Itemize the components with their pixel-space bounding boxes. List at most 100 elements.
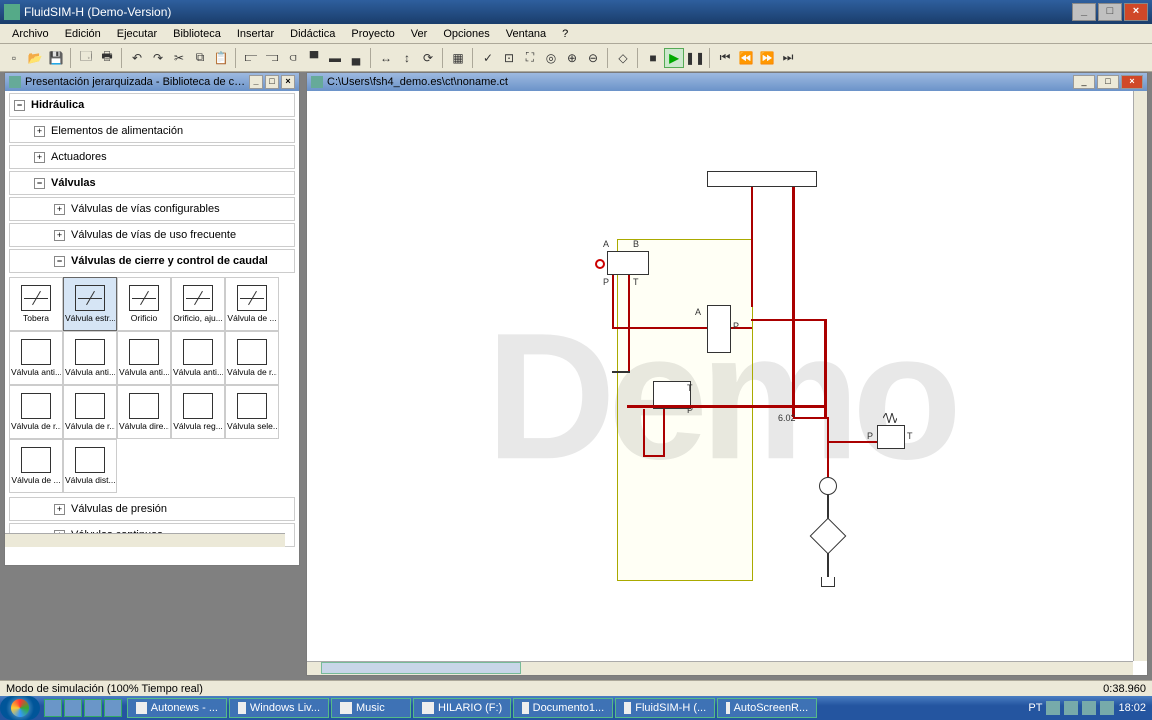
menu-biblioteca[interactable]: Biblioteca [165, 26, 229, 42]
menu-help[interactable]: ? [554, 26, 576, 42]
directional-valve[interactable] [607, 251, 649, 275]
open-icon[interactable]: 📂 [25, 48, 45, 68]
component-item[interactable]: Válvula anti... [9, 331, 63, 385]
taskbar-item[interactable]: Music [331, 698, 411, 718]
play-icon[interactable]: ▶ [664, 48, 684, 68]
component-item[interactable]: Válvula de r... [9, 385, 63, 439]
taskbar-item[interactable]: FluidSIM-H (... [615, 698, 715, 718]
skip-fwd-icon[interactable]: ⏭ [778, 48, 798, 68]
component-item[interactable]: Válvula dist... [63, 439, 117, 493]
grid-icon[interactable]: ▦ [448, 48, 468, 68]
menu-proyecto[interactable]: Proyecto [343, 26, 402, 42]
expand-icon[interactable]: + [34, 152, 45, 163]
component-item[interactable]: Válvula anti... [171, 331, 225, 385]
redo-icon[interactable]: ↷ [148, 48, 168, 68]
zoom-in-icon[interactable]: ⊕ [562, 48, 582, 68]
collapse-icon[interactable]: − [14, 100, 25, 111]
tray-icon[interactable] [1082, 701, 1096, 715]
tree-valvulas[interactable]: − Válvulas [9, 171, 295, 195]
component-item[interactable]: Orificio, aju... [171, 277, 225, 331]
component-item[interactable]: Válvula de r... [225, 331, 279, 385]
pause-icon[interactable]: ❚❚ [685, 48, 705, 68]
ql-icon[interactable] [84, 699, 102, 717]
component-item[interactable]: Válvula sele... [225, 385, 279, 439]
cylinder[interactable] [707, 171, 817, 187]
expand-icon[interactable]: + [54, 230, 65, 241]
zoom-fit-icon[interactable]: ⊡ [499, 48, 519, 68]
menu-archivo[interactable]: Archivo [4, 26, 57, 42]
panel-close-button[interactable]: × [1121, 75, 1143, 89]
collapse-icon[interactable]: − [54, 256, 65, 267]
panel-min-button[interactable]: _ [249, 75, 263, 89]
hscroll-thumb[interactable] [321, 662, 521, 674]
align-top-icon[interactable]: ▀ [304, 48, 324, 68]
align-middle-icon[interactable]: ▬ [325, 48, 345, 68]
component-item[interactable]: Tobera [9, 277, 63, 331]
taskbar-item[interactable]: Documento1... [513, 698, 613, 718]
collapse-icon[interactable]: − [34, 178, 45, 189]
stop-icon[interactable]: ■ [643, 48, 663, 68]
drawing-canvas[interactable]: Demo A B P T [307, 91, 1133, 661]
align-right-icon[interactable]: ⫏ [283, 48, 303, 68]
component-item[interactable]: Válvula de ... [9, 439, 63, 493]
library-hscroll[interactable] [5, 533, 285, 547]
tray-icon[interactable] [1064, 701, 1078, 715]
relief-valve[interactable] [877, 425, 905, 449]
tray-icon[interactable] [1046, 701, 1060, 715]
panel-max-button[interactable]: □ [1097, 75, 1119, 89]
component-item[interactable]: Orificio [117, 277, 171, 331]
zoom-100-icon[interactable]: ◎ [541, 48, 561, 68]
zoom-out-icon[interactable]: ⊖ [583, 48, 603, 68]
maximize-button[interactable]: □ [1098, 3, 1122, 21]
component-item[interactable]: Válvula dire... [117, 385, 171, 439]
print-preview-icon[interactable]: 🗔 [76, 48, 96, 68]
expand-icon[interactable]: + [54, 204, 65, 215]
save-icon[interactable]: 💾 [46, 48, 66, 68]
canvas-hscroll[interactable] [307, 661, 1133, 675]
skip-back-icon[interactable]: ⏮ [715, 48, 735, 68]
print-icon[interactable]: 🖶 [97, 48, 117, 68]
tree-actuadores[interactable]: + Actuadores [9, 145, 295, 169]
ql-icon[interactable] [104, 699, 122, 717]
library-tree[interactable]: − Hidráulica + Elementos de alimentación… [5, 91, 299, 547]
taskbar-item[interactable]: Windows Liv... [229, 698, 329, 718]
tree-root[interactable]: − Hidráulica [9, 93, 295, 117]
ql-icon[interactable] [64, 699, 82, 717]
new-icon[interactable]: ▫ [4, 48, 24, 68]
menu-opciones[interactable]: Opciones [435, 26, 497, 42]
step-back-icon[interactable]: ⏪ [736, 48, 756, 68]
rotate-icon[interactable]: ⟳ [418, 48, 438, 68]
step-fwd-icon[interactable]: ⏩ [757, 48, 777, 68]
check-icon[interactable]: ✓ [478, 48, 498, 68]
minimize-button[interactable]: _ [1072, 3, 1096, 21]
component-icon[interactable]: ◇ [613, 48, 633, 68]
component-item[interactable]: Válvula reg... [171, 385, 225, 439]
tree-elementos[interactable]: + Elementos de alimentación [9, 119, 295, 143]
panel-min-button[interactable]: _ [1073, 75, 1095, 89]
filter-icon[interactable] [810, 518, 847, 555]
menu-insertar[interactable]: Insertar [229, 26, 282, 42]
tree-presion[interactable]: + Válvulas de presión [9, 497, 295, 521]
component-item[interactable]: Válvula estr... [63, 277, 117, 331]
align-center-icon[interactable]: ⫎ [262, 48, 282, 68]
taskbar-item[interactable]: Autonews - ... [127, 698, 227, 718]
tray-icon[interactable] [1100, 701, 1114, 715]
copy-icon[interactable]: ⧉ [190, 48, 210, 68]
component-item[interactable]: Válvula de r... [63, 385, 117, 439]
taskbar-item[interactable]: HILARIO (F:) [413, 698, 511, 718]
tree-vias-config[interactable]: + Válvulas de vías configurables [9, 197, 295, 221]
component-item[interactable]: Válvula anti... [63, 331, 117, 385]
ql-icon[interactable] [44, 699, 62, 717]
menu-didactica[interactable]: Didáctica [282, 26, 343, 42]
directional-valve[interactable] [707, 305, 731, 353]
menu-ver[interactable]: Ver [403, 26, 436, 42]
close-button[interactable]: × [1124, 3, 1148, 21]
clock[interactable]: 18:02 [1118, 702, 1146, 714]
menu-edicion[interactable]: Edición [57, 26, 109, 42]
zoom-region-icon[interactable]: ⛶ [520, 48, 540, 68]
menu-ejecutar[interactable]: Ejecutar [109, 26, 165, 42]
align-left-icon[interactable]: ⫍ [241, 48, 261, 68]
menu-ventana[interactable]: Ventana [498, 26, 554, 42]
component-item[interactable]: Válvula anti... [117, 331, 171, 385]
tree-vias-frecuente[interactable]: + Válvulas de vías de uso frecuente [9, 223, 295, 247]
